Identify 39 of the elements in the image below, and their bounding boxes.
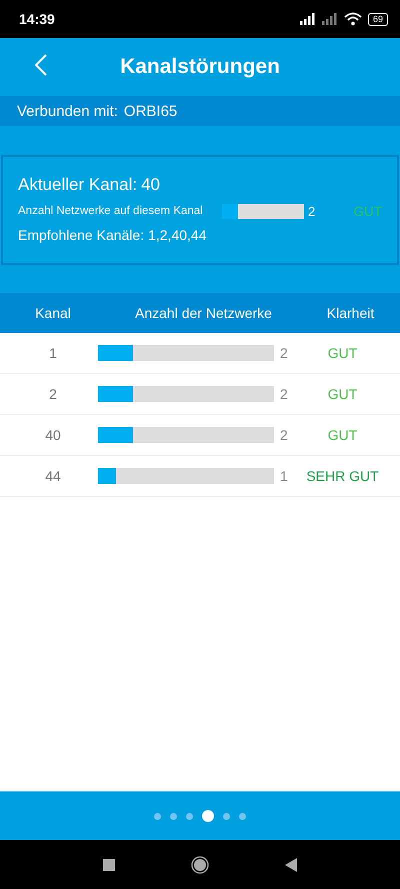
page-dot[interactable] [202,810,214,822]
page-dot[interactable] [154,812,161,820]
recommended-channels: 1,2,40,44 [148,227,206,243]
networks-label: Anzahl Netzwerke auf diesem Kanal [18,205,204,217]
home-icon[interactable] [191,856,209,874]
page-dot[interactable] [223,812,230,820]
network-count: 2 [280,427,288,443]
channel-value: 40 [141,175,160,195]
page-dot[interactable] [170,812,177,820]
clarity-cell-text: SEHR GUT [305,468,380,484]
connection-label: Verbunden mit: [17,102,118,120]
page-title: Kanalstörungen [120,55,280,79]
signal-icon [322,13,338,25]
channel-label: Aktueller Kanal: [18,175,138,195]
channel-cell-text: 1 [48,345,58,361]
wifi-icon [344,12,362,26]
signal-icon [300,13,316,25]
back-icon[interactable] [285,858,297,872]
network-name: ORBI65 [124,102,178,120]
recent-apps-icon[interactable] [103,858,115,870]
network-count: 2 [280,345,288,361]
clarity-cell-text: GUT [326,427,358,443]
status-time: 14:39 [19,11,55,27]
battery-icon: 69 [368,12,388,26]
channel-cell-text: 2 [48,386,58,402]
clarity-cell-text: GUT [326,386,358,402]
clarity-cell-text: GUT [326,345,358,361]
network-count: 2 [280,386,288,402]
page-dot[interactable] [186,812,193,820]
clarity-value: GUT [354,204,382,218]
recommended-label: Empfohlene Kanäle: [18,227,144,243]
column-header: Kanal [34,305,72,321]
channel-cell-text: 44 [44,468,62,484]
network-count: 2 [308,204,316,218]
column-header: Klarheit [326,305,376,321]
network-count: 1 [280,468,288,484]
channel-cell-text: 40 [44,427,62,443]
column-header: Anzahl der Netzwerke [134,305,273,321]
page-dot[interactable] [239,812,246,820]
